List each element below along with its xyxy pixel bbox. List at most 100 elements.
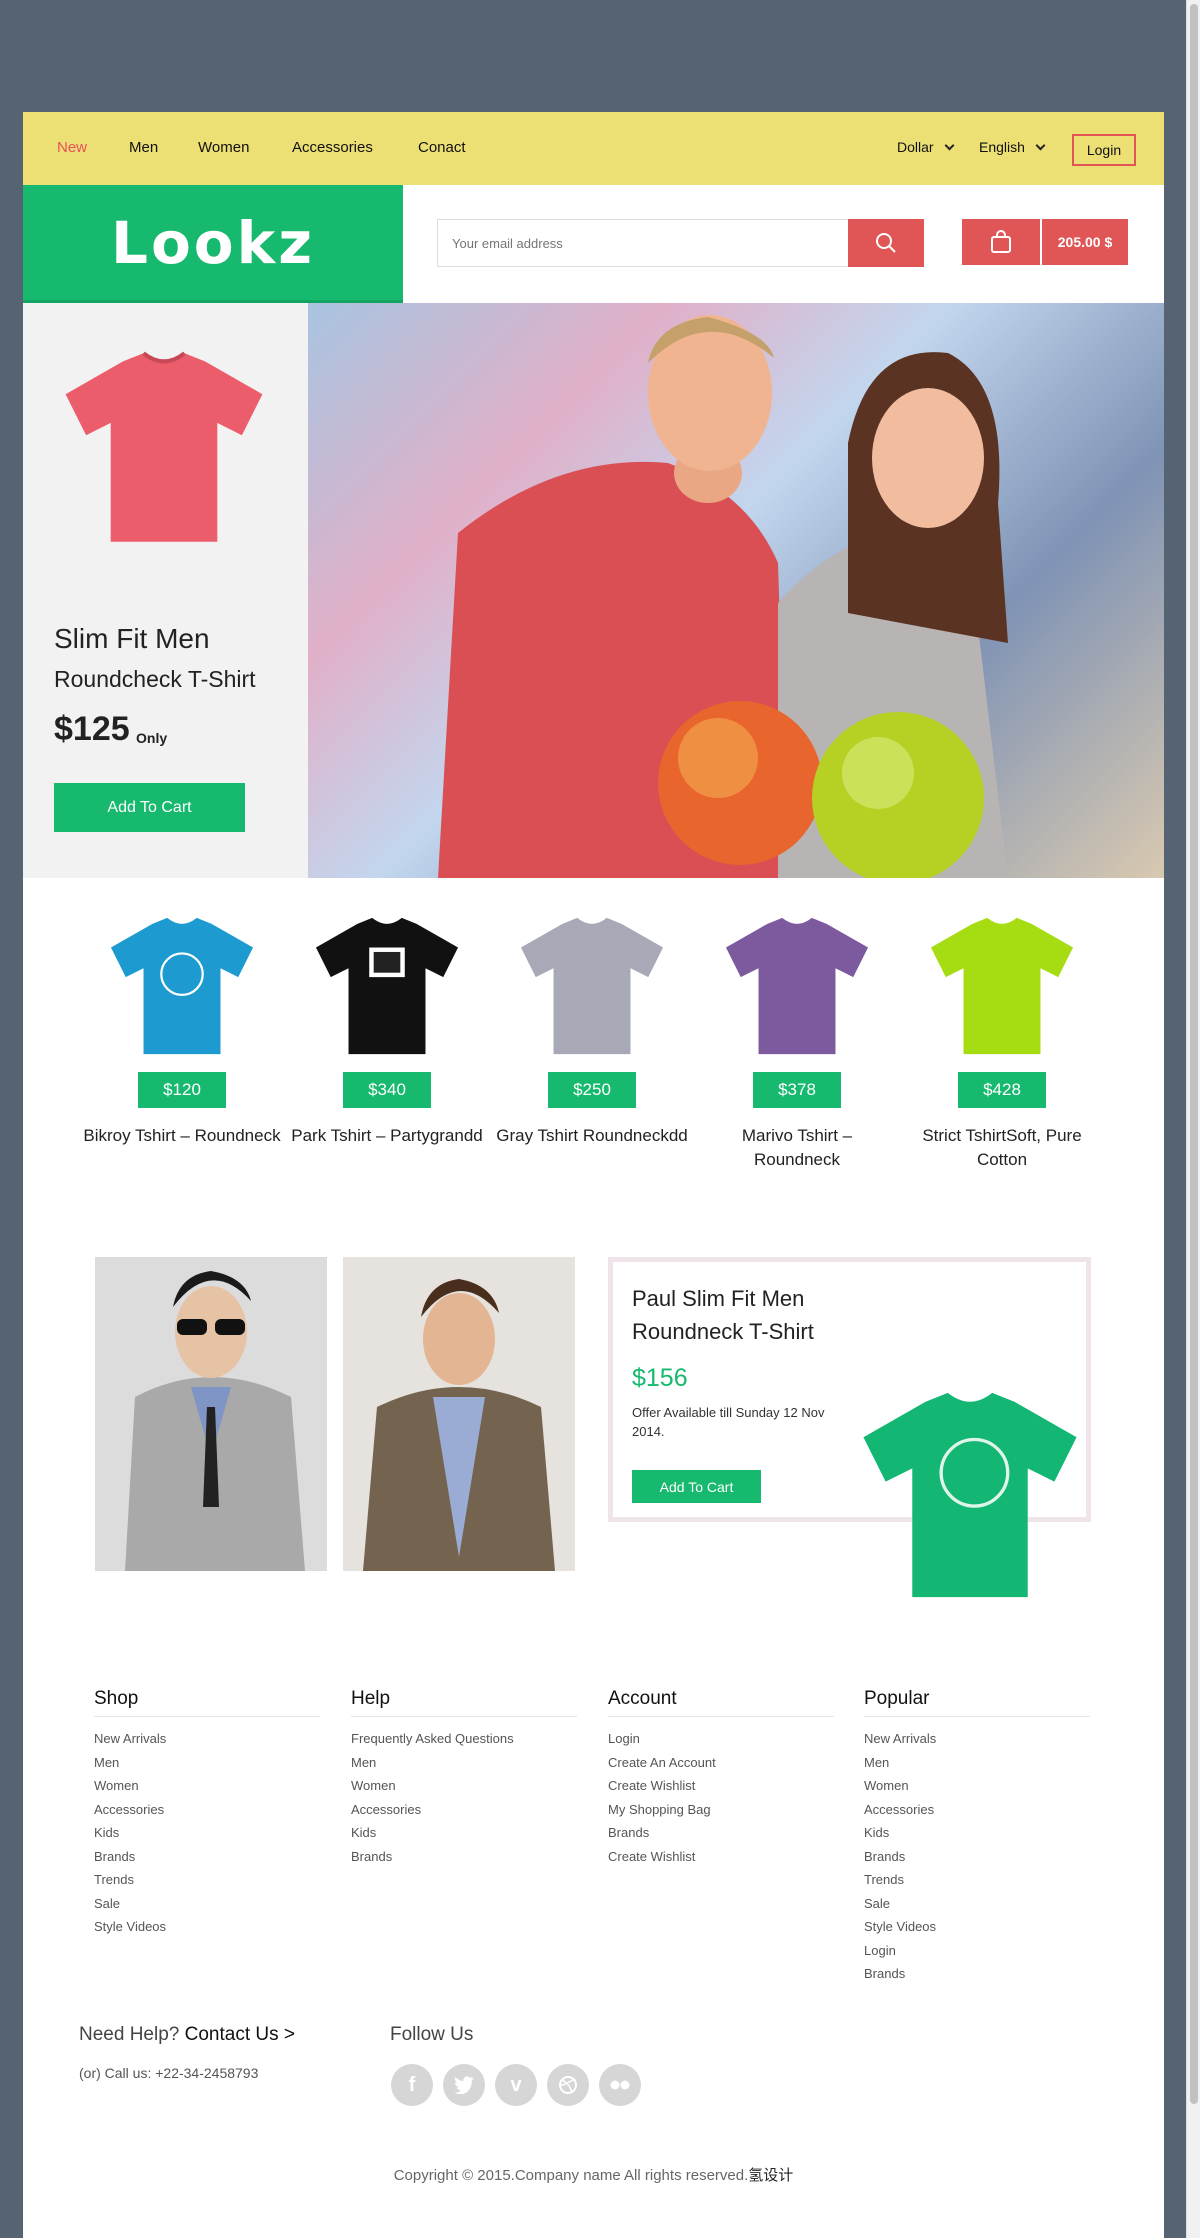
twitter-icon[interactable] <box>443 2064 485 2106</box>
footer-link[interactable]: Women <box>94 1774 320 1798</box>
product-card[interactable]: $378 Marivo Tshirt – Roundneck <box>697 912 897 1172</box>
cart-total[interactable]: 205.00 $ <box>1042 219 1128 265</box>
nav-accessories[interactable]: Accessories <box>292 139 373 156</box>
scrollbar-thumb[interactable] <box>1190 4 1198 2104</box>
cart-button[interactable] <box>962 219 1040 265</box>
footer-link[interactable]: Accessories <box>94 1798 320 1822</box>
footer-link[interactable]: Kids <box>351 1821 577 1845</box>
tshirt-image <box>315 917 459 1055</box>
logo-text: Lookz <box>111 208 315 277</box>
flickr-icon[interactable] <box>599 2064 641 2106</box>
footer-link[interactable]: Login <box>608 1727 834 1751</box>
top-nav: New Men Women Accessories Conact Dollar … <box>23 112 1164 185</box>
footer-link[interactable]: Men <box>864 1751 1090 1775</box>
product-card[interactable]: $250 Gray Tshirt Roundneckdd <box>492 912 692 1148</box>
model-photo-brown-jacket[interactable] <box>343 1257 575 1571</box>
model-photo-gray-suit[interactable] <box>95 1257 327 1571</box>
product-name[interactable]: Strict TshirtSoft, Pure Cotton <box>902 1124 1102 1172</box>
product-price-button[interactable]: $340 <box>343 1072 431 1108</box>
copyright-link[interactable]: 氢设计 <box>748 2167 793 2184</box>
footer-column-account: Account Login Create An Account Create Wis… <box>608 1688 834 1868</box>
product-price-button[interactable]: $378 <box>753 1072 841 1108</box>
footer-link[interactable]: Create Wishlist <box>608 1845 834 1869</box>
call-us: (or) Call us: +22-34-2458793 <box>79 2065 259 2081</box>
footer-link[interactable]: Brands <box>94 1845 320 1869</box>
hero-title-line1: Slim Fit Men <box>54 623 210 654</box>
vimeo-icon[interactable]: v <box>495 2064 537 2106</box>
hero-banner-image <box>308 303 1164 878</box>
footer-link[interactable]: Kids <box>94 1821 320 1845</box>
product-name[interactable]: Marivo Tshirt – Roundneck <box>697 1124 897 1172</box>
hero-add-to-cart-button[interactable]: Add To Cart <box>54 783 245 832</box>
footer-link[interactable]: Men <box>94 1751 320 1775</box>
language-label: English <box>979 139 1025 155</box>
footer-links: New Arrivals Men Women Accessories Kids Brand… <box>94 1727 320 1939</box>
model-photo-brown-jacket-image <box>343 1257 575 1571</box>
contact-us-link[interactable]: Contact Us > <box>185 2024 295 2045</box>
footer-link[interactable]: Style Videos <box>94 1915 320 1939</box>
hero-title-line2: Roundcheck T-Shirt <box>54 666 256 692</box>
product-name[interactable]: Bikroy Tshirt – Roundneck <box>82 1124 282 1148</box>
search-icon <box>876 233 896 253</box>
footer-link[interactable]: Brands <box>864 1962 1090 1986</box>
product-card[interactable]: $340 Park Tshirt – Partygrandd <box>287 912 487 1148</box>
footer-link[interactable]: Login <box>864 1939 1090 1963</box>
footer-link[interactable]: Accessories <box>351 1798 577 1822</box>
footer-link[interactable]: Create Wishlist <box>608 1774 834 1798</box>
product-name[interactable]: Gray Tshirt Roundneckdd <box>492 1124 692 1148</box>
footer-link[interactable]: New Arrivals <box>864 1727 1090 1751</box>
scrollbar[interactable] <box>1186 0 1200 2238</box>
search-button[interactable] <box>848 219 924 267</box>
product-price-button[interactable]: $120 <box>138 1072 226 1108</box>
footer-link[interactable]: Sale <box>864 1892 1090 1916</box>
product-card[interactable]: $428 Strict TshirtSoft, Pure Cotton <box>902 912 1102 1172</box>
product-price-button[interactable]: $428 <box>958 1072 1046 1108</box>
page: New Men Women Accessories Conact Dollar … <box>23 112 1164 2238</box>
featured-title[interactable]: Paul Slim Fit Men Roundneck T-Shirt <box>632 1282 862 1348</box>
footer-link[interactable]: Men <box>351 1751 577 1775</box>
footer-link[interactable]: Brands <box>864 1845 1090 1869</box>
footer-link[interactable]: My Shopping Bag <box>608 1798 834 1822</box>
dribbble-icon[interactable] <box>547 2064 589 2106</box>
footer-link[interactable]: New Arrivals <box>94 1727 320 1751</box>
footer-link[interactable]: Kids <box>864 1821 1090 1845</box>
logo[interactable]: Lookz <box>23 185 403 303</box>
chevron-down-icon <box>1035 140 1046 151</box>
footer-link[interactable]: Trends <box>864 1868 1090 1892</box>
need-help-label: Need Help? <box>79 2024 180 2045</box>
email-input[interactable] <box>437 219 849 267</box>
follow-us-heading: Follow Us <box>390 2024 474 2045</box>
currency-label: Dollar <box>897 139 934 155</box>
language-select[interactable]: English <box>979 139 1046 155</box>
footer-link[interactable]: Sale <box>94 1892 320 1916</box>
nav-men[interactable]: Men <box>129 139 158 156</box>
need-help: Need Help? Contact Us > <box>79 2024 295 2046</box>
facebook-icon[interactable]: f <box>391 2064 433 2106</box>
social-links: f v <box>391 2064 641 2106</box>
footer-column-popular: Popular New Arrivals Men Women Accessories K… <box>864 1688 1090 1986</box>
nav-new[interactable]: New <box>57 139 87 156</box>
nav-contact[interactable]: Conact <box>418 139 466 156</box>
footer-link[interactable]: Trends <box>94 1868 320 1892</box>
model-photo-gray-suit-image <box>95 1257 327 1571</box>
footer-link[interactable]: Brands <box>608 1821 834 1845</box>
tshirt-image <box>930 917 1074 1055</box>
footer-link[interactable]: Create An Account <box>608 1751 834 1775</box>
featured-add-to-cart-button[interactable]: Add To Cart <box>632 1470 761 1503</box>
product-name[interactable]: Park Tshirt – Partygrandd <box>287 1124 487 1148</box>
footer-column-title: Popular <box>864 1688 1090 1717</box>
product-price-button[interactable]: $250 <box>548 1072 636 1108</box>
currency-select[interactable]: Dollar <box>897 139 955 155</box>
footer-link[interactable]: Women <box>864 1774 1090 1798</box>
footer-column-title: Help <box>351 1688 577 1717</box>
hero-tshirt-image <box>65 351 263 542</box>
login-button[interactable]: Login <box>1072 134 1136 166</box>
product-card[interactable]: $120 Bikroy Tshirt – Roundneck <box>82 912 282 1148</box>
footer-link[interactable]: Brands <box>351 1845 577 1869</box>
hero-couple-photo <box>438 315 1008 878</box>
footer-link[interactable]: Women <box>351 1774 577 1798</box>
footer-link[interactable]: Accessories <box>864 1798 1090 1822</box>
nav-women[interactable]: Women <box>198 139 249 156</box>
footer-link[interactable]: Style Videos <box>864 1915 1090 1939</box>
footer-link[interactable]: Frequently Asked Questions <box>351 1727 577 1751</box>
